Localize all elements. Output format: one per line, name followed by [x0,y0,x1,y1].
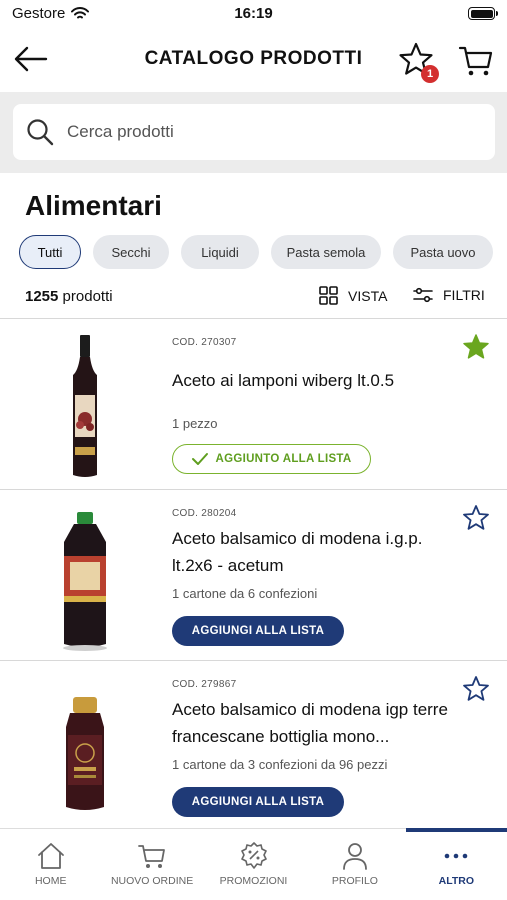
tab-home[interactable]: HOME [0,829,101,900]
star-outline-icon[interactable] [462,504,490,532]
tab-profile-label: PROFILO [331,875,378,887]
filters-button[interactable]: FILTRI [413,286,485,304]
product-image-vinegar-bottle [73,335,97,477]
product-card[interactable]: COD. 270307 Aceto ai lamponi wiberg lt.0… [0,318,507,489]
clock: 16:19 [234,5,273,22]
cart-button[interactable] [457,40,495,80]
tab-promotions-label: PROMOZIONI [219,875,288,887]
product-name[interactable]: Aceto balsamico di modena i.g.p. lt.2x6 … [172,525,462,579]
filter-chips: Tutti Secchi Liquidi Pasta semola Pasta … [19,235,493,269]
header: CATALOGO PRODOTTI 1 [0,28,507,92]
chip-liquidi[interactable]: Liquidi [181,235,259,269]
tab-promotions[interactable]: PROMOZIONI [203,829,304,900]
filters-label: FILTRI [443,287,485,303]
product-code: COD. 270307 [172,337,237,348]
product-name[interactable]: Aceto ai lamponi wiberg lt.0.5 [172,367,462,394]
product-card[interactable]: COD. 279867 Aceto balsamico di modena ig… [0,660,507,831]
results-count-number: 1255 [25,288,59,305]
cart-icon [138,845,166,868]
add-to-list-button[interactable]: AGGIUNGI ALLA LISTA [172,616,344,646]
tab-home-label: HOME [34,875,67,887]
check-icon [192,453,209,465]
view-button[interactable]: VISTA [319,286,387,305]
chip-secchi[interactable]: Secchi [93,235,169,269]
results-count: 1255 prodotti [25,288,113,305]
tab-bar: HOME NUOVO ORDINE PROMOZIONI PROFILO ALT… [0,828,507,900]
added-to-list-button[interactable]: AGGIUNTO ALLA LISTA [172,444,371,474]
tab-new-order-label: NUOVO ORDINE [110,875,194,887]
status-bar: Gestore 16:19 [0,0,507,28]
tab-new-order[interactable]: NUOVO ORDINE [101,829,202,900]
home-icon [37,843,64,869]
product-unit: 1 cartone da 3 confezioni da 96 pezzi [172,757,388,772]
added-to-list-label: AGGIUNTO ALLA LISTA [215,453,352,465]
tab-more-label: ALTRO [438,875,475,887]
promo-percent-icon [240,842,267,869]
star-filled-icon[interactable] [462,333,490,361]
product-code: COD. 279867 [172,679,237,690]
results-bar: 1255 prodotti VISTA FILTRI [25,286,495,308]
chip-tutti[interactable]: Tutti [19,235,81,269]
tab-profile[interactable]: PROFILO [304,829,405,900]
grid-view-icon [319,286,338,305]
search-box[interactable] [13,104,495,160]
product-unit: 1 cartone da 6 confezioni [172,586,318,601]
chip-pasta-semola[interactable]: Pasta semola [271,235,381,269]
add-to-list-button[interactable]: AGGIUNGI ALLA LISTA [172,787,344,817]
battery-icon [468,7,498,20]
search-icon [27,119,54,146]
tab-more[interactable]: ALTRO [405,828,507,900]
product-code: COD. 280204 [172,508,237,519]
product-unit: 1 pezzo [172,416,218,431]
product-image-balsamic-jug [63,512,107,651]
product-name[interactable]: Aceto balsamico di modena igp terre fran… [172,696,462,750]
chip-pasta-uovo[interactable]: Pasta uovo [393,235,493,269]
search-input[interactable] [67,122,447,142]
product-image-balsamic-bottle [66,697,104,810]
cart-icon [458,46,493,76]
person-icon [343,843,367,870]
active-tab-indicator [405,828,507,832]
view-label: VISTA [348,287,388,304]
more-dots-icon [445,853,468,859]
category-title: Alimentari [25,190,162,221]
star-outline-icon[interactable] [462,675,490,703]
search-band [0,92,507,173]
sliders-icon [413,287,433,303]
arrow-left-icon [14,46,48,72]
favorites-badge: 1 [421,65,439,83]
results-count-label: prodotti [62,288,113,305]
back-button[interactable] [12,44,50,74]
product-card[interactable]: COD. 280204 Aceto balsamico di modena i.… [0,489,507,660]
